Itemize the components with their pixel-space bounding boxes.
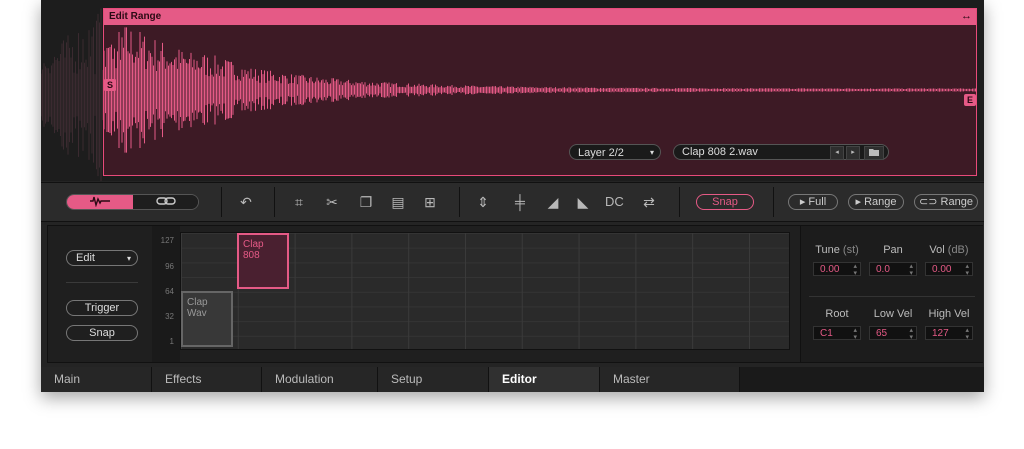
snap-toggle-button[interactable]: Snap bbox=[696, 194, 754, 210]
link-view-button[interactable] bbox=[133, 195, 198, 209]
silence-icon[interactable]: ╪ bbox=[510, 193, 530, 211]
toolbar-divider bbox=[459, 187, 460, 217]
root-label: Root bbox=[825, 308, 849, 320]
start-marker[interactable]: S bbox=[104, 79, 116, 91]
layer-dropdown[interactable]: Layer 2/2 ▾ bbox=[569, 144, 661, 160]
divider bbox=[66, 282, 138, 283]
edit-mode-dropdown[interactable]: Edit ▾ bbox=[66, 250, 138, 266]
next-sample-button[interactable]: ▸ bbox=[846, 146, 860, 160]
tab-master[interactable]: Master bbox=[600, 367, 740, 392]
previous-sample-button[interactable]: ◂ bbox=[830, 146, 844, 160]
spinner-icon[interactable]: ▴ ▾ bbox=[853, 327, 857, 341]
zone-label: Clap Wav bbox=[187, 297, 208, 319]
toolbar-divider bbox=[773, 187, 774, 217]
edit-mode-label: Edit bbox=[76, 252, 95, 264]
tune-label: Tune (st) bbox=[815, 244, 859, 256]
waveform-outside-range bbox=[41, 0, 103, 181]
high-vel-label: High Vel bbox=[928, 308, 970, 320]
spinner-icon[interactable]: ▴ ▾ bbox=[965, 327, 969, 341]
zone-parameters-panel: Tune (st) Pan Vol (dB) 0.00 ▴ ▾ 0.0 ▴ ▾ 0.00… bbox=[800, 226, 983, 362]
crop-icon[interactable]: ⌗ bbox=[289, 193, 309, 211]
high-vel-field[interactable]: 127 ▴ ▾ bbox=[925, 326, 973, 341]
loop-range-button[interactable]: ⊂⊃ Range bbox=[914, 194, 978, 210]
axis-tick-label: 127 bbox=[160, 236, 174, 245]
spinner-icon[interactable]: ▴ ▾ bbox=[965, 263, 969, 277]
spinner-icon[interactable]: ▴ ▾ bbox=[853, 263, 857, 277]
spinner-icon[interactable]: ▴ ▾ bbox=[909, 263, 913, 277]
waveform-view-button[interactable] bbox=[67, 195, 133, 209]
sampler-plugin: Edit Range ↔ S E Layer 2/2 ▾ Clap 808 2.… bbox=[41, 0, 984, 392]
root-field[interactable]: C1 ▴ ▾ bbox=[813, 326, 861, 341]
waveform-icon bbox=[90, 196, 110, 208]
key-velocity-grid[interactable]: Clap 808 Clap Wav bbox=[180, 232, 790, 350]
snap-button[interactable]: Snap bbox=[66, 325, 138, 341]
chevron-down-icon: ▾ bbox=[126, 254, 131, 263]
mapping-section: Edit ▾ Trigger Snap 127 96 64 32 1 Clap … bbox=[47, 225, 983, 363]
normalize-icon[interactable]: ⇕ bbox=[473, 193, 493, 211]
divider bbox=[809, 296, 975, 297]
sample-file-selector[interactable]: Clap 808 2.wav ◂ ▸ bbox=[673, 144, 889, 160]
tab-editor[interactable]: Editor bbox=[489, 367, 600, 392]
sample-file-name: Clap 808 2.wav bbox=[682, 146, 758, 158]
tab-modulation[interactable]: Modulation bbox=[262, 367, 378, 392]
chevron-down-icon: ▾ bbox=[649, 148, 654, 157]
tab-bar: Main Effects Modulation Setup Editor Mas… bbox=[41, 367, 984, 392]
mapping-controls: Edit ▾ Trigger Snap bbox=[48, 226, 152, 362]
waveform-outside-svg bbox=[41, 8, 103, 181]
zone-clap-808[interactable]: Clap 808 bbox=[237, 233, 289, 289]
folder-icon[interactable] bbox=[864, 146, 884, 160]
vol-field[interactable]: 0.00 ▴ ▾ bbox=[925, 262, 973, 277]
toolbar-divider bbox=[274, 187, 275, 217]
zone-clap-wav[interactable]: Clap Wav bbox=[181, 291, 233, 347]
axis-tick-label: 1 bbox=[169, 337, 174, 346]
edit-range-header[interactable]: Edit Range ↔ bbox=[104, 9, 976, 25]
axis-tick-label: 64 bbox=[165, 287, 174, 296]
toolbar-divider bbox=[679, 187, 680, 217]
spinner-icon[interactable]: ▴ ▾ bbox=[909, 327, 913, 341]
axis-tick-label: 96 bbox=[165, 262, 174, 271]
pan-label: Pan bbox=[883, 244, 903, 256]
paste-icon[interactable]: ▤ bbox=[388, 193, 408, 211]
low-vel-label: Low Vel bbox=[873, 308, 913, 320]
pan-field[interactable]: 0.0 ▴ ▾ bbox=[869, 262, 917, 277]
dc-offset-button[interactable]: DC bbox=[605, 194, 624, 209]
tab-main[interactable]: Main bbox=[41, 367, 152, 392]
waveform-panel: Edit Range ↔ S E Layer 2/2 ▾ Clap 808 2.… bbox=[41, 0, 984, 181]
resize-horizontal-icon[interactable]: ↔ bbox=[961, 10, 972, 22]
velocity-axis: 127 96 64 32 1 bbox=[152, 226, 180, 362]
axis-tick-label: 32 bbox=[165, 312, 174, 321]
tab-setup[interactable]: Setup bbox=[378, 367, 489, 392]
fade-in-icon[interactable]: ◢ bbox=[543, 193, 563, 211]
zone-label: Clap 808 bbox=[243, 239, 264, 261]
toolbar-divider bbox=[221, 187, 222, 217]
scissors-icon[interactable]: ✂ bbox=[322, 193, 342, 211]
tab-effects[interactable]: Effects bbox=[152, 367, 262, 392]
tune-field[interactable]: 0.00 ▴ ▾ bbox=[813, 262, 861, 277]
trigger-button[interactable]: Trigger bbox=[66, 300, 138, 316]
fade-out-icon[interactable]: ◣ bbox=[573, 193, 593, 211]
copy-icon[interactable]: ❐ bbox=[356, 193, 376, 211]
paste-add-icon[interactable]: ⊞ bbox=[420, 193, 440, 211]
low-vel-field[interactable]: 65 ▴ ▾ bbox=[869, 326, 917, 341]
play-full-button[interactable]: ▸ Full bbox=[788, 194, 838, 210]
play-range-button[interactable]: ▸ Range bbox=[848, 194, 904, 210]
edit-range-title: Edit Range bbox=[109, 11, 162, 22]
link-icon bbox=[156, 197, 176, 205]
layer-dropdown-label: Layer 2/2 bbox=[578, 147, 624, 159]
editor-toolbar: ↶ ⌗ ✂ ❐ ▤ ⊞ ⇕ ╪ ◢ ◣ DC ⇄ Snap ▸ Full ▸ R… bbox=[41, 182, 984, 222]
vol-label: Vol (dB) bbox=[929, 244, 969, 256]
end-marker[interactable]: E bbox=[964, 94, 976, 106]
view-mode-toggle[interactable] bbox=[66, 194, 199, 210]
undo-icon[interactable]: ↶ bbox=[236, 193, 256, 211]
reverse-icon[interactable]: ⇄ bbox=[639, 193, 659, 211]
